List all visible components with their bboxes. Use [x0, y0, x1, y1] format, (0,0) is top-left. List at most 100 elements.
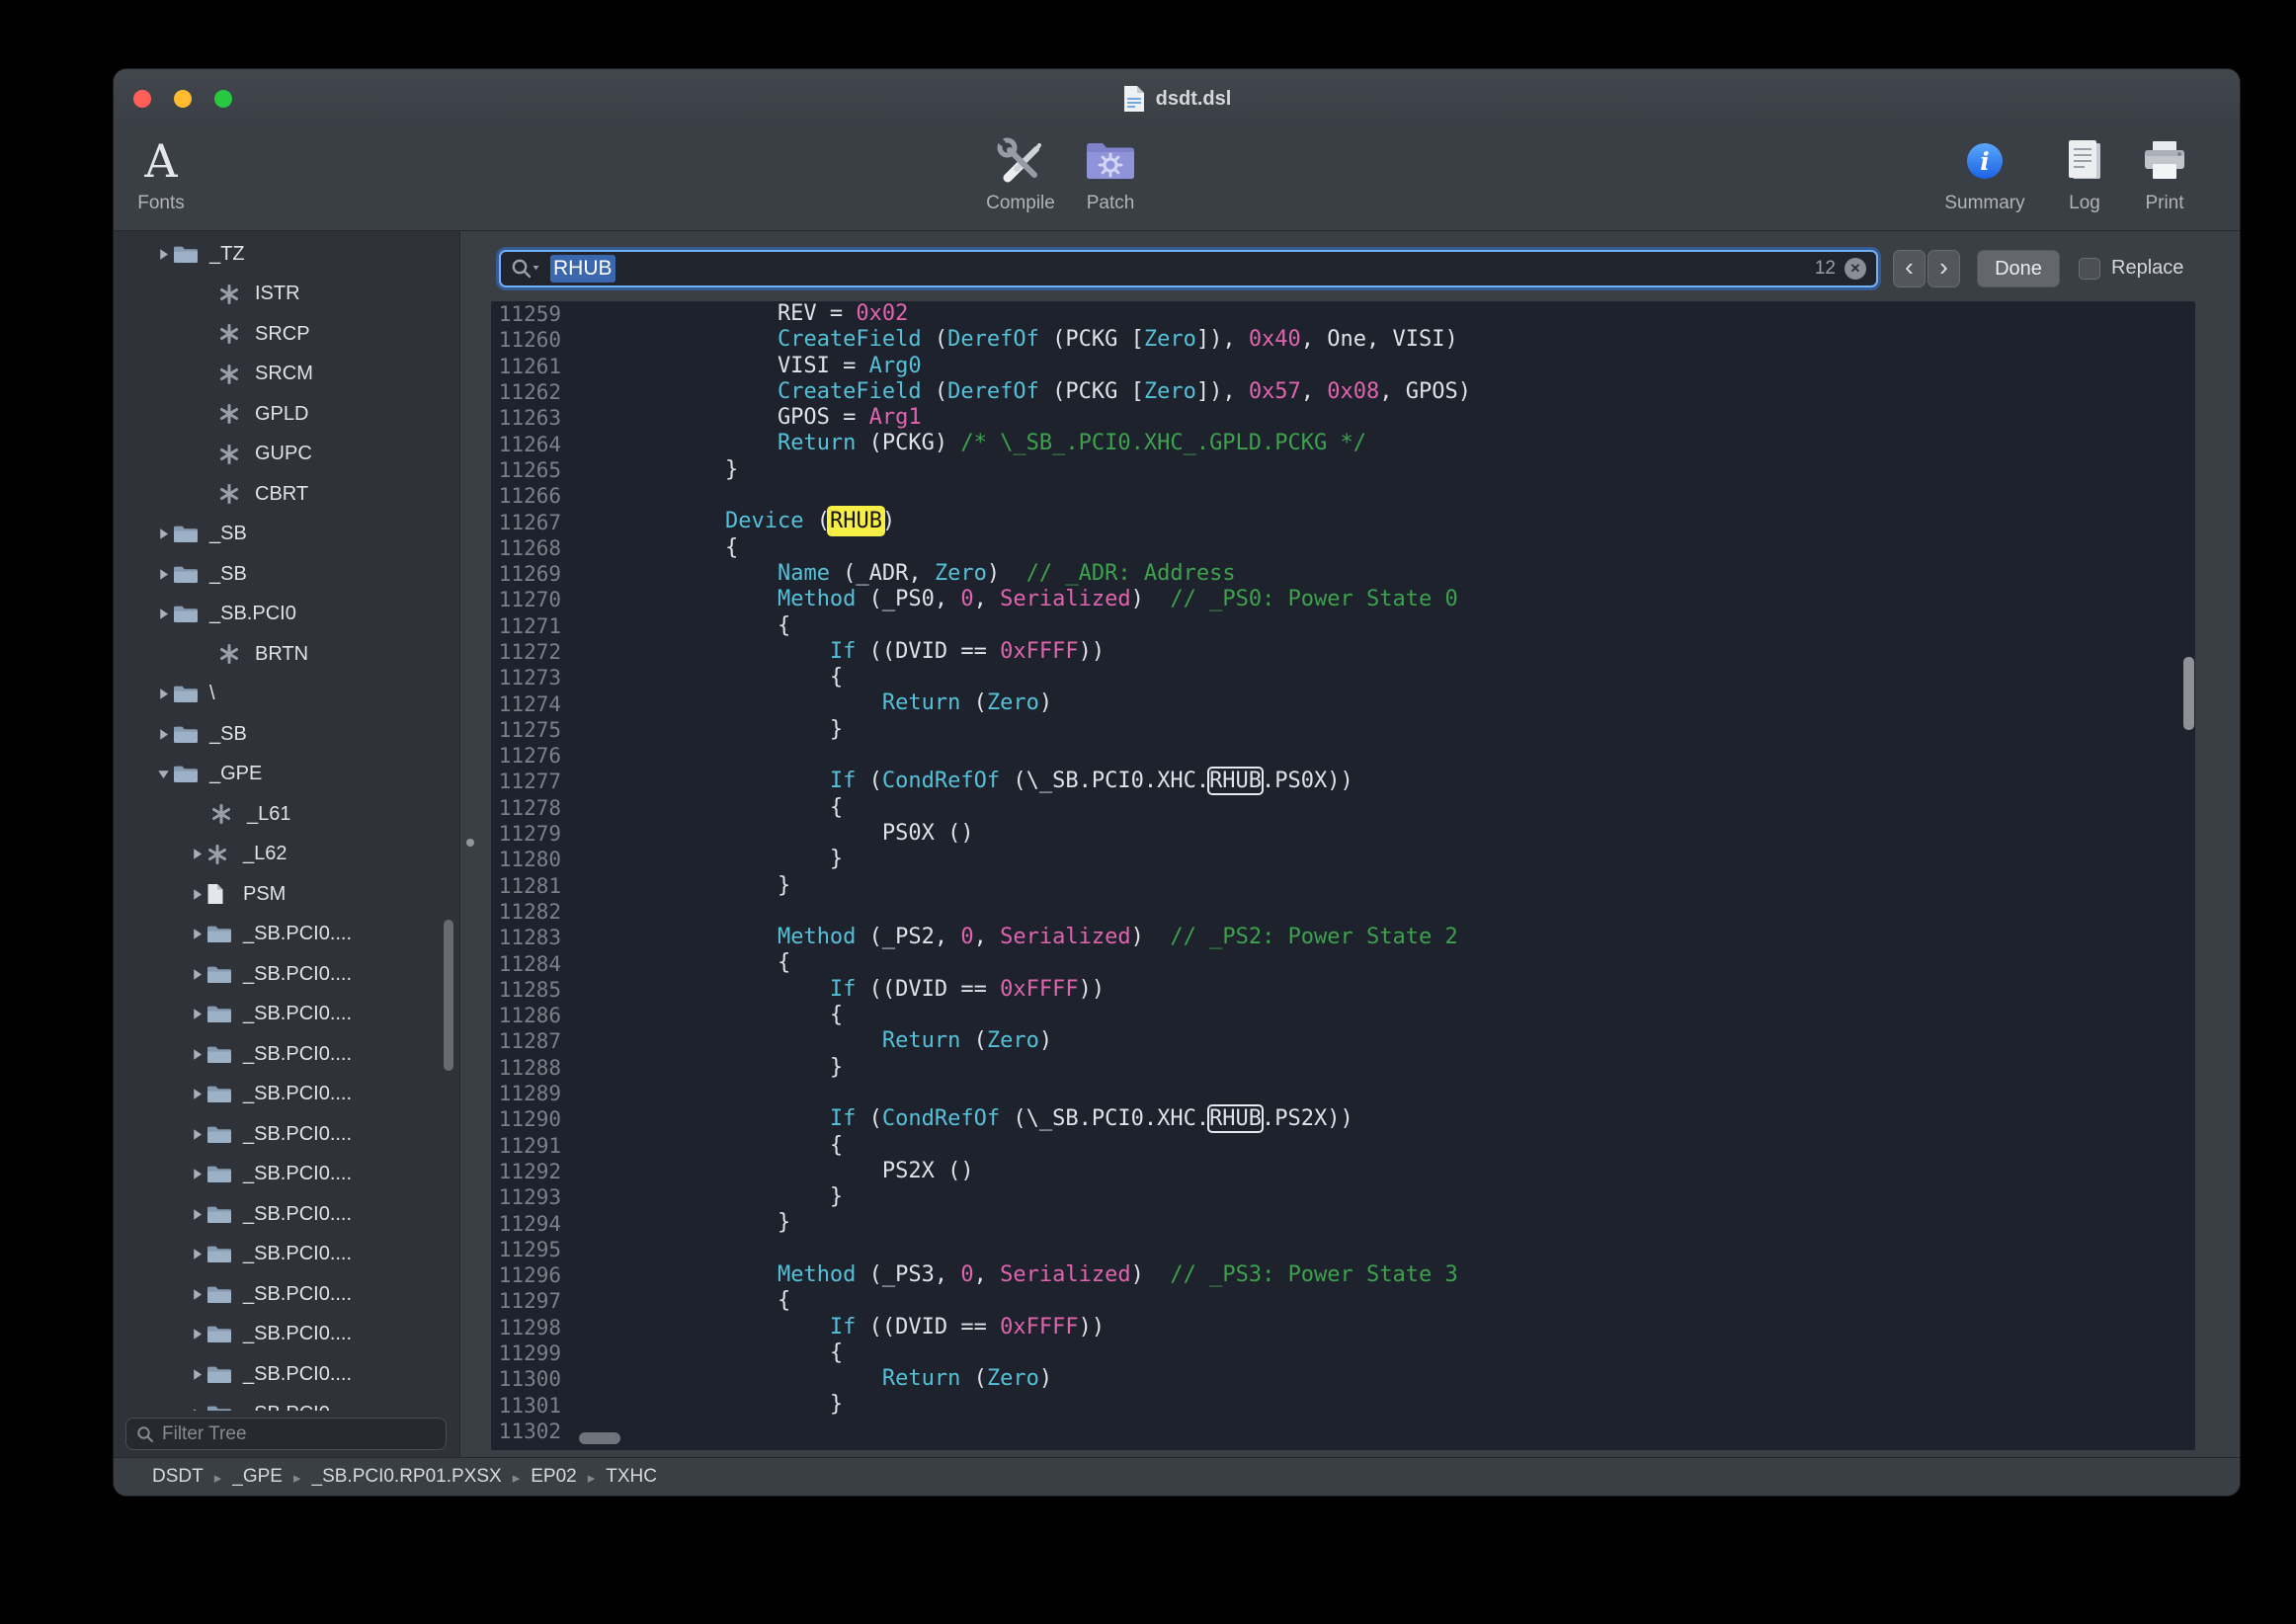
- breadcrumb-separator: ▸: [293, 1467, 301, 1487]
- split-handle[interactable]: [466, 839, 474, 847]
- tree-item[interactable]: _SB.PCI0....: [114, 1034, 459, 1075]
- tree-item[interactable]: _SB.PCI0....: [114, 1235, 459, 1275]
- filter-tree-input[interactable]: [162, 1423, 436, 1445]
- disclosure-triangle-icon[interactable]: [153, 528, 173, 540]
- code-line: 11268 {: [491, 535, 2195, 561]
- code-line: 11302: [491, 1419, 2195, 1444]
- disclosure-triangle-icon[interactable]: [187, 888, 206, 901]
- title-group: dsdt.dsl: [114, 69, 2240, 128]
- tree-item[interactable]: GPLD: [114, 394, 459, 435]
- sidebar-scrollbar[interactable]: [444, 920, 453, 1071]
- breadcrumb-item[interactable]: _SB.PCI0.RP01.PXSX: [312, 1466, 502, 1488]
- folder-icon: [206, 1404, 238, 1411]
- disclosure-triangle-icon[interactable]: [187, 928, 206, 940]
- disclosure-triangle-icon[interactable]: [187, 1168, 206, 1180]
- disclosure-triangle-icon[interactable]: [187, 1248, 206, 1260]
- line-number: 11274: [491, 692, 561, 716]
- tree-item-label: _SB.PCI0....: [243, 1083, 352, 1105]
- code-text: Method (_PS3, 0, Serialized) // _PS3: Po…: [561, 1262, 1458, 1288]
- editor-horizontal-scrollbar[interactable]: [579, 1432, 620, 1444]
- replace-checkbox[interactable]: [2079, 258, 2100, 280]
- method-icon: [218, 284, 250, 305]
- code-line: 11285 If ((DVID == 0xFFFF)): [491, 977, 2195, 1003]
- toolbar-log-label: Log: [2069, 193, 2100, 214]
- breadcrumb-item[interactable]: DSDT: [152, 1466, 204, 1488]
- tree-item[interactable]: _SB.PCI0....: [114, 1155, 459, 1195]
- breadcrumb-item[interactable]: _GPE: [232, 1466, 283, 1488]
- tree-item[interactable]: _GPE: [114, 755, 459, 795]
- tree-item[interactable]: _SB.PCI0....: [114, 1194, 459, 1235]
- disclosure-triangle-icon[interactable]: [153, 608, 173, 620]
- disclosure-triangle-icon[interactable]: [153, 568, 173, 581]
- line-number: 11276: [491, 744, 561, 768]
- toolbar-print-button[interactable]: Print: [2100, 130, 2229, 214]
- disclosure-triangle-icon[interactable]: [187, 1088, 206, 1100]
- disclosure-triangle-icon[interactable]: [187, 1328, 206, 1340]
- disclosure-triangle-icon[interactable]: [187, 1008, 206, 1020]
- tree-item[interactable]: _L61: [114, 794, 459, 835]
- code-line: 11259 REV = 0x02: [491, 301, 2195, 327]
- editor-vertical-scrollbar[interactable]: [2183, 657, 2194, 730]
- disclosure-triangle-icon[interactable]: [153, 248, 173, 261]
- tree-item[interactable]: _SB.PCI0....: [114, 1274, 459, 1315]
- done-button[interactable]: Done: [1977, 250, 2060, 287]
- toolbar-fonts-button[interactable]: A Fonts: [113, 130, 225, 214]
- tree-item[interactable]: _SB.PCI0....: [114, 1315, 459, 1355]
- sidebar: _TZISTRSRCPSRCMGPLDGUPCCBRT_SB_SB_SB.PCI…: [114, 231, 460, 1457]
- tree-item[interactable]: _SB.PCI0: [114, 595, 459, 635]
- tree-item[interactable]: _SB.PCI0....: [114, 915, 459, 955]
- disclosure-triangle-icon[interactable]: [187, 1288, 206, 1301]
- toolbar-fonts-label: Fonts: [137, 193, 185, 214]
- disclosure-triangle-icon[interactable]: [187, 1368, 206, 1381]
- search-input[interactable]: RHUB 12 ✕: [499, 250, 1878, 287]
- disclosure-triangle-icon[interactable]: [153, 688, 173, 700]
- tree-item[interactable]: \: [114, 675, 459, 715]
- tree-item[interactable]: _SB.PCI0....: [114, 1114, 459, 1155]
- folder-icon: [206, 924, 238, 944]
- disclosure-triangle-icon[interactable]: [153, 728, 173, 741]
- find-next-button[interactable]: ›: [1927, 250, 1960, 287]
- disclosure-triangle-icon[interactable]: [187, 1048, 206, 1061]
- line-number: 11261: [491, 355, 561, 378]
- breadcrumb-item[interactable]: TXHC: [606, 1466, 657, 1488]
- tree-item[interactable]: _SB: [114, 714, 459, 755]
- disclosure-triangle-icon[interactable]: [187, 1208, 206, 1221]
- line-number: 11296: [491, 1263, 561, 1287]
- tree-item[interactable]: _TZ: [114, 234, 459, 275]
- disclosure-triangle-icon[interactable]: [153, 768, 173, 780]
- tree-item[interactable]: BRTN: [114, 634, 459, 675]
- code-text: CreateField (DerefOf (PCKG [Zero]), 0x57…: [561, 379, 1471, 405]
- line-number: 11291: [491, 1134, 561, 1158]
- line-number: 11299: [491, 1341, 561, 1365]
- tree-item[interactable]: _SB.PCI0....: [114, 1354, 459, 1395]
- disclosure-triangle-icon[interactable]: [187, 1128, 206, 1141]
- breadcrumb-item[interactable]: EP02: [531, 1466, 576, 1488]
- disclosure-triangle-icon[interactable]: [187, 1408, 206, 1411]
- tree-item[interactable]: GUPC: [114, 435, 459, 475]
- toolbar-patch-button[interactable]: Patch: [1046, 130, 1175, 214]
- search-icon: [511, 258, 541, 280]
- tree-item[interactable]: _L62: [114, 835, 459, 875]
- clear-search-button[interactable]: ✕: [1845, 258, 1866, 280]
- tree-item[interactable]: _SB.PCI0....: [114, 995, 459, 1035]
- code-line: 11272 If ((DVID == 0xFFFF)): [491, 639, 2195, 665]
- tree-item[interactable]: _SB: [114, 554, 459, 595]
- disclosure-triangle-icon[interactable]: [187, 968, 206, 981]
- tree-item[interactable]: _SB: [114, 515, 459, 555]
- tree-item[interactable]: SRCM: [114, 355, 459, 395]
- tree-item[interactable]: SRCP: [114, 314, 459, 355]
- find-previous-button[interactable]: ‹: [1893, 250, 1926, 287]
- line-number: 11284: [491, 952, 561, 976]
- search-match-count: 12: [1815, 258, 1836, 280]
- tree-item-label: GUPC: [255, 443, 312, 465]
- code-editor[interactable]: 11259 REV = 0x0211260 CreateField (Deref…: [491, 301, 2195, 1450]
- code-text: {: [561, 1133, 843, 1159]
- tree-item[interactable]: _SB.PCI0....: [114, 954, 459, 995]
- disclosure-triangle-icon[interactable]: [187, 848, 206, 860]
- tree-item[interactable]: _SB.PCI0....: [114, 1075, 459, 1115]
- tree-item[interactable]: CBRT: [114, 474, 459, 515]
- tree-item[interactable]: ISTR: [114, 275, 459, 315]
- tree-item[interactable]: _SB.PCI0....: [114, 1395, 459, 1412]
- tree-item[interactable]: PSM: [114, 874, 459, 915]
- tree-item-label: _SB.PCI0....: [243, 1043, 352, 1066]
